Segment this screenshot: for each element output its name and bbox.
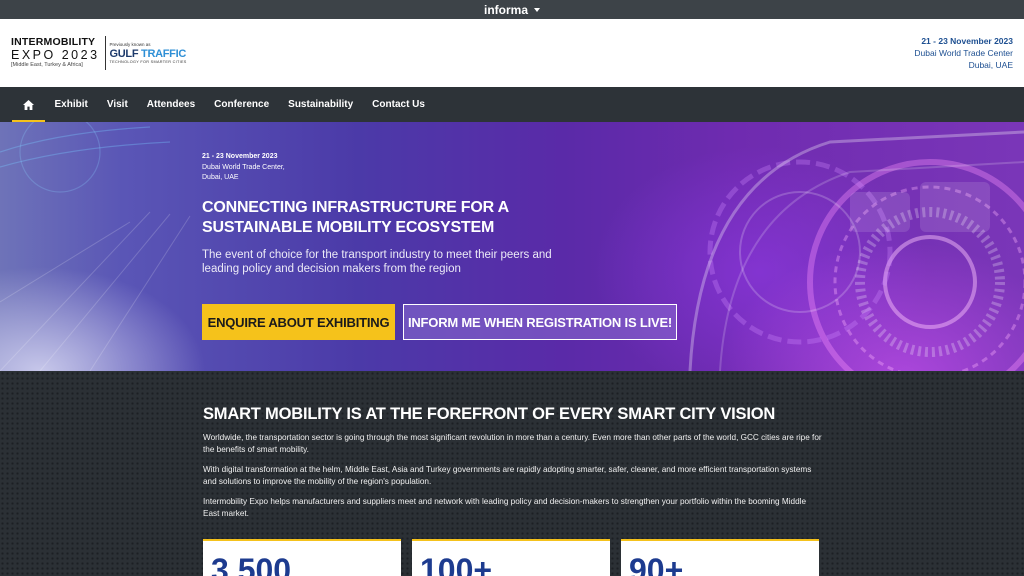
informa-bar[interactable]: informa xyxy=(0,0,1024,19)
stat-card: 90+ xyxy=(621,539,819,576)
nav-home[interactable] xyxy=(12,87,45,122)
event-logo[interactable]: INTERMOBILITY EXPO 2023 [Middle East, Tu… xyxy=(11,36,187,70)
stat-number: 90+ xyxy=(629,552,684,576)
hero-city: Dubai, UAE xyxy=(202,174,239,181)
stat-card: 100+ xyxy=(412,539,610,576)
about-section: SMART MOBILITY IS AT THE FOREFRONT OF EV… xyxy=(0,371,1024,576)
nav-exhibit[interactable]: Exhibit xyxy=(45,87,97,122)
logo-line2: EXPO 2023 xyxy=(11,47,100,62)
logo-divider xyxy=(104,36,106,70)
logo-line3: [Middle East, Turkey & Africa] xyxy=(11,62,83,69)
hero-title-line2: SUSTAINABLE MOBILITY ECOSYSTEM xyxy=(202,218,495,236)
gulf-word: GULF xyxy=(109,48,139,60)
nav-visit[interactable]: Visit xyxy=(97,87,137,122)
header-venue: Dubai World Trade Center xyxy=(914,48,1013,58)
chevron-down-icon[interactable] xyxy=(534,7,540,12)
about-paragraph-1: Worldwide, the transportation sector is … xyxy=(203,433,822,454)
about-paragraph-2: With digital transformation at the helm,… xyxy=(203,465,812,486)
site-header: INTERMOBILITY EXPO 2023 [Middle East, Tu… xyxy=(0,19,1024,87)
previously-known-as: Previously known as xyxy=(109,42,151,47)
nav-attendees[interactable]: Attendees xyxy=(137,87,204,122)
stats-row: 3,500 100+ 90+ xyxy=(203,539,819,576)
intermobility-logo[interactable]: INTERMOBILITY EXPO 2023 [Middle East, Tu… xyxy=(11,37,100,69)
nav-contact-us[interactable]: Contact Us xyxy=(363,87,435,122)
hero-banner: 21 - 23 November 2023 Dubai World Trade … xyxy=(0,122,1024,371)
stat-number: 100+ xyxy=(420,552,493,576)
registration-notify-button[interactable]: INFORM ME WHEN REGISTRATION IS LIVE! xyxy=(403,304,677,340)
hero-title-line1: CONNECTING INFRASTRUCTURE FOR A xyxy=(202,198,509,216)
hero-date: 21 - 23 November 2023 xyxy=(202,153,278,160)
about-paragraph-3: Intermobility Expo helps manufacturers a… xyxy=(203,497,807,518)
nav-sustainability[interactable]: Sustainability xyxy=(279,87,363,122)
home-icon xyxy=(23,99,34,110)
about-title: SMART MOBILITY IS AT THE FOREFRONT OF EV… xyxy=(203,405,776,423)
hero-event-info: 21 - 23 November 2023 Dubai World Trade … xyxy=(202,152,622,184)
hero-content: 21 - 23 November 2023 Dubai World Trade … xyxy=(202,152,622,277)
header-date: 21 - 23 November 2023 xyxy=(921,36,1013,46)
logo-tagline: TECHNOLOGY FOR SMARTER CITIES xyxy=(109,60,187,64)
header-city: Dubai, UAE xyxy=(968,60,1013,70)
stat-card: 3,500 xyxy=(203,539,401,576)
logo-line1: INTERMOBILITY xyxy=(11,36,96,49)
traffic-word: TRAFFIC xyxy=(141,48,186,60)
gulf-traffic-logo: Previously known as GULF TRAFFIC TECHNOL… xyxy=(110,42,187,64)
hero-title: CONNECTING INFRASTRUCTURE FOR A SUSTAINA… xyxy=(202,198,622,238)
stat-number: 3,500 xyxy=(211,552,292,576)
hero-subtitle: The event of choice for the transport in… xyxy=(202,248,552,276)
about-content: SMART MOBILITY IS AT THE FOREFRONT OF EV… xyxy=(203,405,823,520)
header-event-info: 21 - 23 November 2023 Dubai World Trade … xyxy=(914,35,1013,71)
gulf-traffic-wordmark: GULF TRAFFIC xyxy=(110,48,187,60)
informa-label[interactable]: informa xyxy=(484,3,528,17)
main-nav: Exhibit Visit Attendees Conference Susta… xyxy=(0,87,1024,122)
enquire-exhibiting-button[interactable]: ENQUIRE ABOUT EXHIBITING xyxy=(202,304,395,340)
hero-venue: Dubai World Trade Center, xyxy=(202,163,285,171)
nav-conference[interactable]: Conference xyxy=(205,87,279,122)
